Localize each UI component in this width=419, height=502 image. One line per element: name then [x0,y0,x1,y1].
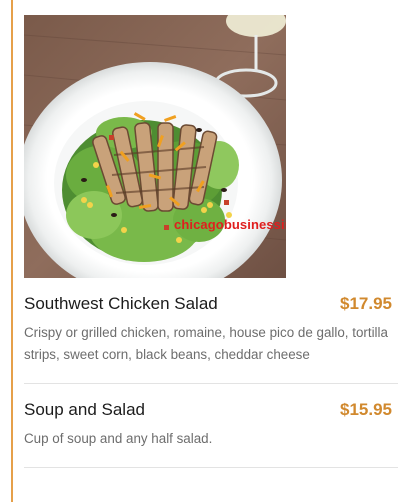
menu-item-header: Soup and Salad $15.95 [24,398,398,422]
accent-border-line [11,0,13,502]
menu-item: Soup and Salad $15.95 Cup of soup and an… [24,398,398,450]
divider [24,467,398,468]
southwest-chicken-salad-photo: chicagobusinessinfo.com [24,15,286,278]
menu-item-description: Crispy or grilled chicken, romaine, hous… [24,325,388,362]
menu-item-name: Soup and Salad [24,400,145,419]
menu-item-price: $17.95 [340,294,392,313]
menu-item-price: $15.95 [340,400,392,419]
menu-item-header: Southwest Chicken Salad $17.95 [24,292,398,316]
divider [24,383,398,384]
menu-item-name: Southwest Chicken Salad [24,294,218,313]
salad-plate-illustration [24,15,286,278]
menu-item-description: Cup of soup and any half salad. [24,431,213,446]
menu-item: Southwest Chicken Salad $17.95 Crispy or… [24,292,398,366]
image-watermark: chicagobusinessinfo.com [174,217,286,232]
